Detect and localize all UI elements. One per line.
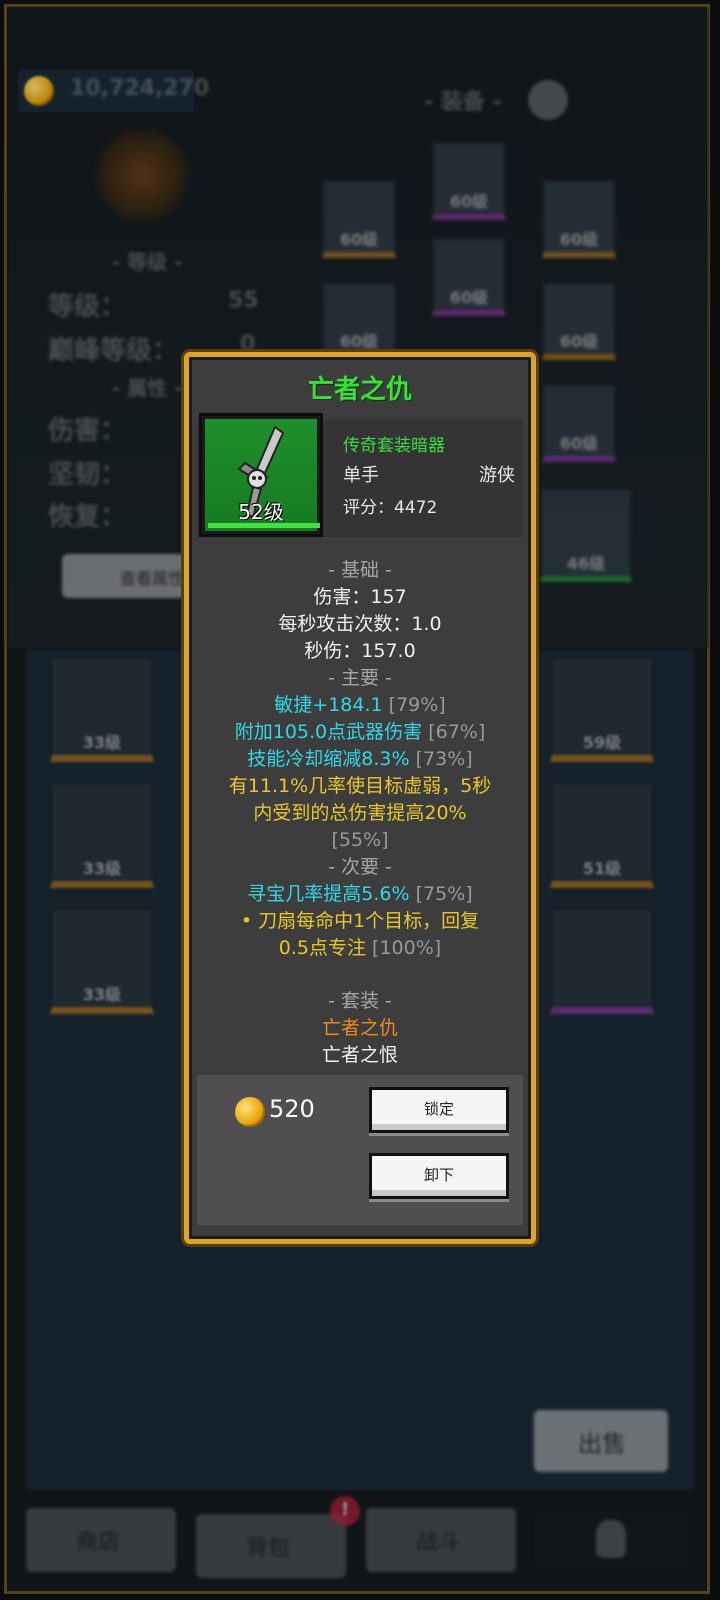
item-price: 520 [269,1095,315,1123]
basic-header: - 基础 - [328,559,392,581]
stat-dps: 秒伤：157.0 [304,640,416,662]
main-stat-pct: [73%] [415,748,473,770]
item-icon-background: 52级 [205,419,320,531]
main-stat-text: 附加105.0点武器伤害 [234,721,423,743]
secondary-stat-pct: [75%] [415,883,473,905]
item-detail-dialog: 亡者之仇 52级 传奇套装暗器 单手 游侠 评分：4472 - 基础 - 伤害：… [184,352,536,1244]
unequip-button[interactable]: 卸下 [369,1153,509,1199]
secondary-stat-text: 寻宝几率提高5.6% [247,883,410,905]
item-score-label: 评分： [343,498,394,518]
item-icon-frame: 52级 [199,413,323,537]
stat-attack-speed: 每秒攻击次数：1.0 [278,613,442,635]
main-stat-pct: [79%] [388,694,446,716]
secondary-special-line-2: 0.5点专注 [278,937,366,959]
gold-coin-icon [235,1097,265,1127]
main-stat-row: 技能冷却缩减8.3% [73%] [189,746,531,773]
lock-button[interactable]: 锁定 [369,1087,509,1133]
main-stat-row: 附加105.0点武器伤害 [67%] [189,719,531,746]
secondary-stat-row: 寻宝几率提高5.6% [75%] [189,881,531,908]
secondary-special-row: 0.5点专注 [100%] [189,935,531,962]
item-level-bar [208,523,320,528]
item-class: 游侠 [479,465,515,486]
item-score-value: 4472 [394,498,438,518]
main-special-pct: [55%] [331,829,389,851]
item-stats: - 基础 - 伤害：157 每秒攻击次数：1.0 秒伤：157.0 - 主要 -… [189,557,531,1069]
main-special-line-1: 有11.1%几率使目标虚弱，5秒 [228,775,492,797]
set-header: - 套装 - [328,990,392,1012]
item-name: 亡者之仇 [307,375,412,405]
main-stat-pct: [67%] [428,721,486,743]
main-stat-row: 敏捷+184.1 [79%] [189,692,531,719]
main-header: - 主要 - [328,667,392,689]
secondary-header: - 次要 - [328,856,392,878]
main-stat-text: 技能冷却缩减8.3% [247,748,410,770]
secondary-special-line-1: • 刀扇每命中1个目标，回复 [240,910,480,932]
item-type: 传奇套装暗器 [343,436,445,456]
stat-damage: 伤害：157 [313,586,407,608]
secondary-special-pct: [100%] [372,937,442,959]
item-level: 52级 [238,500,284,524]
item-hand: 单手 [343,465,379,486]
main-stat-text: 敏捷+184.1 [274,694,383,716]
main-special-line-2: 内受到的总伤害提高20% [253,802,467,824]
set-inactive: 亡者之恨 [321,1044,398,1066]
item-score: 评分：4472 [343,493,437,518]
set-active: 亡者之仇 [321,1017,398,1039]
